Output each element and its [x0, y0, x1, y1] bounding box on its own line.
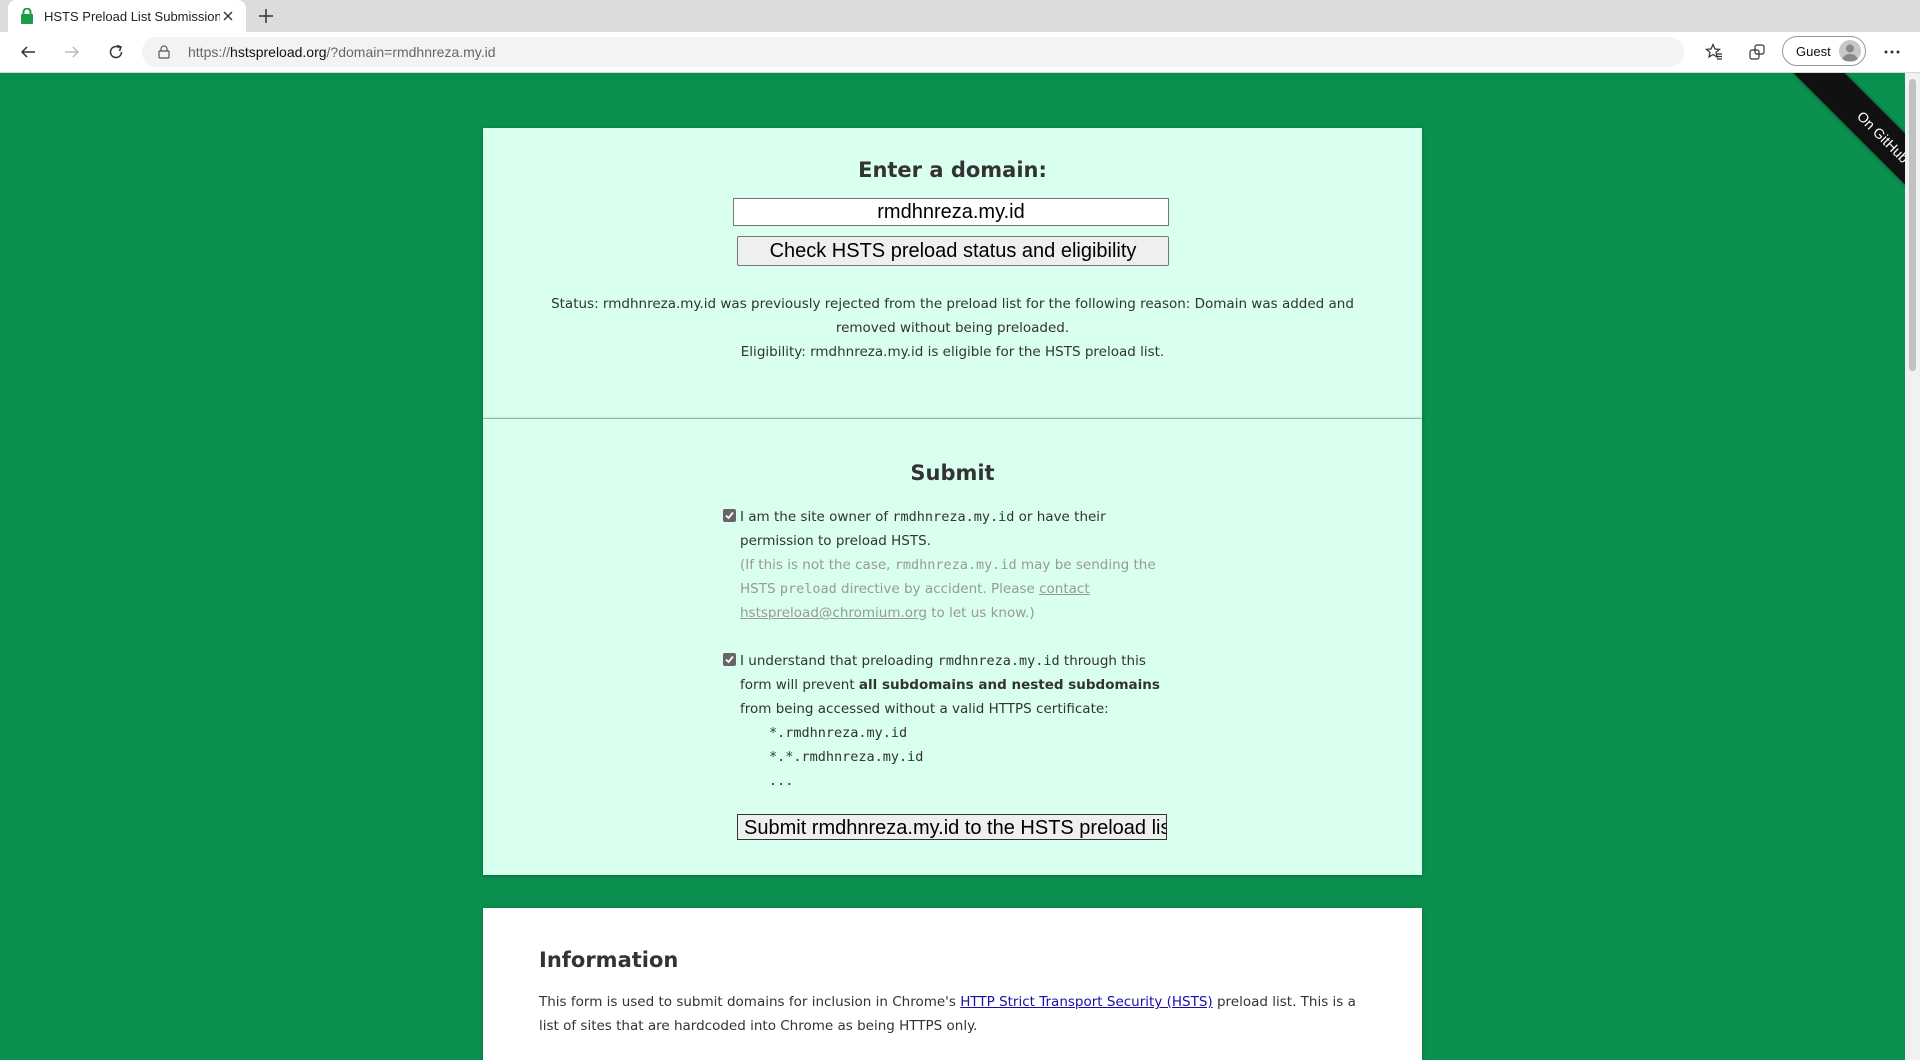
- subdomain-checkbox[interactable]: [723, 653, 736, 666]
- browser-tab[interactable]: HSTS Preload List Submission: [8, 0, 246, 32]
- code-line: *.rmdhnreza.my.id: [769, 725, 908, 741]
- back-icon[interactable]: [16, 40, 40, 64]
- forward-icon[interactable]: [60, 40, 84, 64]
- submit-card: Submit I am the site owner of rmdhnreza.…: [483, 418, 1422, 875]
- more-menu-icon[interactable]: [1880, 40, 1904, 64]
- address-bar[interactable]: https://hstspreload.org/?domain=rmdhnrez…: [142, 37, 1684, 67]
- owner-note: (If this is not the case, rmdhnreza.my.i…: [740, 557, 1156, 621]
- owner-consent-text: I am the site owner of rmdhnreza.my.id o…: [740, 505, 1163, 625]
- page-scrollbar[interactable]: [1905, 73, 1920, 1060]
- check-status-button[interactable]: Check HSTS preload status and eligibilit…: [737, 236, 1169, 266]
- github-ribbon-label[interactable]: On GitHub: [1785, 73, 1905, 223]
- collections-icon[interactable]: [1745, 40, 1769, 64]
- owner-checkbox[interactable]: [723, 509, 736, 522]
- enter-domain-heading: Enter a domain:: [858, 158, 1047, 182]
- information-heading: Information: [539, 948, 679, 972]
- reload-icon[interactable]: [104, 40, 128, 64]
- domain-input[interactable]: rmdhnreza.my.id: [733, 198, 1169, 226]
- new-tab-icon[interactable]: [256, 6, 276, 26]
- close-tab-icon[interactable]: [220, 8, 236, 24]
- status-text: Status: rmdhnreza.my.id was previously r…: [543, 292, 1362, 364]
- code-line: ...: [769, 773, 794, 789]
- submit-domain-button[interactable]: Submit rmdhnreza.my.id to the HSTS prelo…: [737, 814, 1167, 840]
- avatar-icon: [1838, 40, 1861, 62]
- information-text: This form is used to submit domains for …: [539, 994, 1356, 1034]
- tab-strip: HSTS Preload List Submission: [0, 0, 1920, 32]
- submit-heading: Submit: [910, 461, 995, 485]
- favorites-icon[interactable]: [1702, 40, 1726, 64]
- profile-button[interactable]: Guest: [1782, 36, 1866, 66]
- url-text[interactable]: https://hstspreload.org/?domain=rmdhnrez…: [188, 44, 496, 60]
- subdomain-consent-text: I understand that preloading rmdhnreza.m…: [740, 653, 1160, 717]
- check-domain-card: Enter a domain: rmdhnreza.my.id Check HS…: [483, 128, 1422, 418]
- tab-title: HSTS Preload List Submission: [44, 8, 220, 24]
- padlock-icon[interactable]: [158, 45, 170, 59]
- code-line: *.*.rmdhnreza.my.id: [769, 749, 924, 765]
- lock-favicon-icon: [21, 8, 33, 24]
- browser-toolbar: https://hstspreload.org/?domain=rmdhnrez…: [0, 32, 1920, 73]
- github-ribbon[interactable]: On GitHub: [1755, 73, 1905, 223]
- profile-label: Guest: [1796, 43, 1831, 59]
- status-line: Status: rmdhnreza.my.id was previously r…: [551, 296, 1354, 336]
- subdomain-consent-row: I understand that preloading rmdhnreza.m…: [723, 649, 1163, 793]
- scrollbar-thumb[interactable]: [1909, 79, 1916, 371]
- eligibility-line: Eligibility: rmdhnreza.my.id is eligible…: [740, 344, 1165, 360]
- hsts-link[interactable]: HTTP Strict Transport Security (HSTS): [960, 994, 1212, 1010]
- page-viewport: On GitHub Enter a domain: rmdhnreza.my.i…: [0, 73, 1905, 1060]
- owner-consent-row: I am the site owner of rmdhnreza.my.id o…: [723, 505, 1163, 625]
- information-card: Information This form is used to submit …: [483, 908, 1422, 1060]
